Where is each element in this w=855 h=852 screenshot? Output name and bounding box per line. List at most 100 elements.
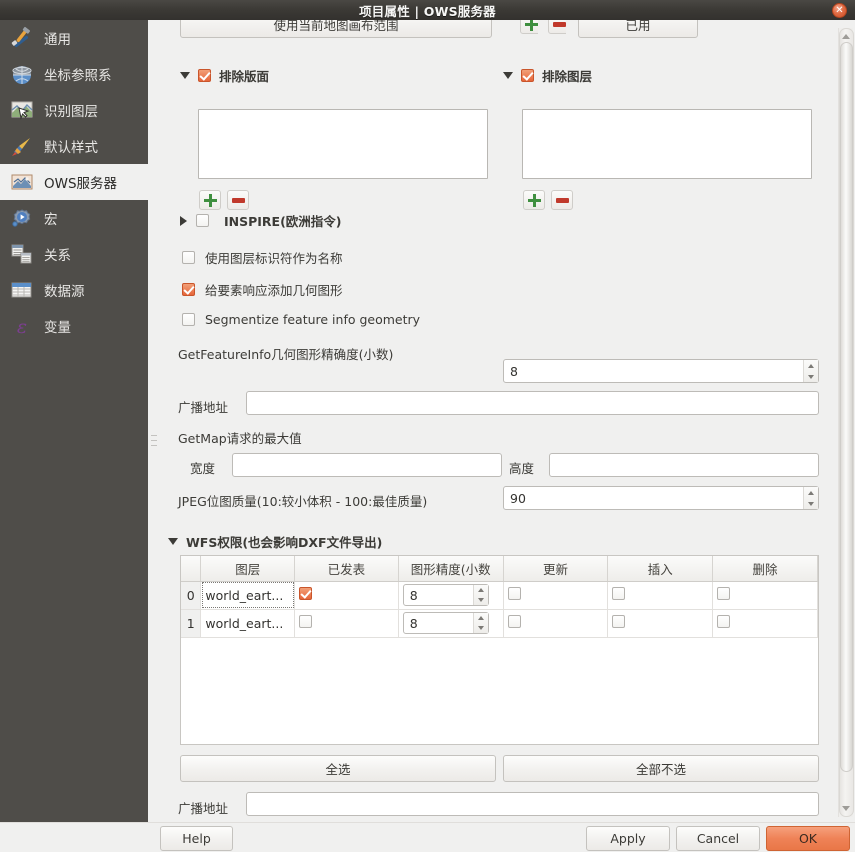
segmentize-geometry-checkbox[interactable] [182, 313, 195, 326]
help-button[interactable]: Help [160, 826, 233, 851]
jpeg-quality-spinbox[interactable] [503, 486, 819, 510]
extent-used-button[interactable]: 已用 [578, 20, 698, 38]
extent-add-button[interactable] [520, 20, 538, 38]
scroll-up-icon[interactable] [842, 34, 850, 39]
cell-insert[interactable] [607, 581, 714, 610]
spinner-buttons[interactable] [803, 487, 818, 509]
column-header-precision[interactable]: 图形精度(小数 [398, 556, 504, 582]
exclude-composers-remove-button[interactable] [227, 190, 249, 210]
update-checkbox[interactable] [507, 615, 521, 628]
sidebar-item-identify-layers[interactable]: 识别图层 [0, 92, 148, 128]
sidebar-item-macros[interactable]: 宏 [0, 200, 148, 236]
exclude-composers-add-button[interactable] [199, 190, 221, 210]
column-header-layer[interactable]: 图层 [200, 556, 296, 582]
add-geometry-row[interactable]: 给要素响应添加几何图形 [182, 280, 343, 299]
exclude-layers-add-button[interactable] [523, 190, 545, 210]
spinner-down-icon[interactable] [474, 623, 488, 633]
cell-precision[interactable] [398, 581, 504, 610]
use-canvas-extent-button[interactable]: 使用当前地图画布范围 [180, 20, 492, 38]
apply-button[interactable]: Apply [586, 826, 670, 851]
cell-published[interactable] [294, 609, 399, 638]
cancel-button[interactable]: Cancel [676, 826, 760, 851]
chevron-down-icon[interactable] [503, 72, 513, 79]
column-header-delete[interactable]: 删除 [712, 556, 818, 582]
extent-remove-button[interactable] [548, 20, 566, 38]
sidebar-item-relations[interactable]: 关系 [0, 236, 148, 272]
sidebar-item-general[interactable]: 通用 [0, 20, 148, 56]
getfeatureinfo-precision-spinbox[interactable] [503, 359, 819, 383]
sidebar-item-default-styles[interactable]: 默认样式 [0, 128, 148, 164]
cell-precision[interactable] [398, 609, 504, 638]
exclude-composers-list[interactable] [198, 109, 488, 179]
spinner-buttons[interactable] [472, 585, 488, 605]
sidebar-item-label: OWS服务器 [44, 176, 118, 192]
exclude-layers-checkbox[interactable] [521, 69, 534, 82]
insert-checkbox[interactable] [612, 587, 626, 600]
cell-layer-name[interactable]: world_eart... [200, 609, 296, 638]
sidebar-item-crs[interactable]: 坐标参照系 [0, 56, 148, 92]
spinner-down-icon[interactable] [474, 595, 488, 605]
chevron-down-icon[interactable] [180, 72, 190, 79]
wfs-table[interactable]: 图层 已发表 图形精度(小数 更新 插入 删除 0 world_eart... [180, 555, 819, 745]
published-checkbox[interactable] [299, 587, 313, 600]
getfeatureinfo-precision-input[interactable] [503, 359, 819, 383]
segmentize-geometry-row[interactable]: Segmentize feature info geometry [182, 312, 420, 327]
advertised-url-bottom-input[interactable] [246, 792, 819, 816]
spinner-down-icon[interactable] [804, 371, 818, 382]
cell-layer-name[interactable]: world_eart... [200, 581, 296, 610]
deselect-all-button[interactable]: 全部不选 [503, 755, 819, 782]
cell-published[interactable] [294, 581, 399, 610]
column-header-rownum[interactable] [181, 556, 202, 582]
spinner-up-icon[interactable] [804, 487, 818, 498]
spinner-buttons[interactable] [803, 360, 818, 382]
exclude-layers-remove-button[interactable] [551, 190, 573, 210]
inspire-checkbox[interactable] [196, 214, 209, 227]
getmap-width-input[interactable] [232, 453, 502, 477]
exclude-composers-checkbox[interactable] [198, 69, 211, 82]
use-layer-ids-checkbox[interactable] [182, 251, 195, 264]
published-checkbox[interactable] [299, 615, 313, 628]
column-header-update[interactable]: 更新 [503, 556, 609, 582]
delete-checkbox[interactable] [717, 615, 731, 628]
add-geometry-checkbox[interactable] [182, 283, 195, 296]
sidebar-splitter[interactable] [148, 20, 160, 822]
spinner-up-icon[interactable] [804, 360, 818, 371]
cell-delete[interactable] [712, 609, 818, 638]
cell-insert[interactable] [607, 609, 714, 638]
scroll-down-icon[interactable] [842, 806, 850, 811]
spinner-up-icon[interactable] [474, 585, 488, 595]
jpeg-quality-input[interactable] [503, 486, 819, 510]
insert-checkbox[interactable] [612, 615, 626, 628]
chevron-right-icon[interactable] [180, 215, 187, 226]
exclude-layers-header[interactable]: 排除图层 [503, 66, 592, 85]
column-header-published[interactable]: 已发表 [294, 556, 399, 582]
chevron-down-icon[interactable] [168, 538, 178, 545]
wfs-capabilities-header[interactable]: WFS权限(也会影响DXF文件导出) [168, 532, 382, 551]
cell-update[interactable] [503, 609, 609, 638]
scrollbar-thumb[interactable] [840, 42, 853, 772]
sidebar-item-variables[interactable]: ε 变量 [0, 308, 148, 344]
sidebar-item-data-sources[interactable]: 数据源 [0, 272, 148, 308]
table-row[interactable]: 1 world_eart... [181, 609, 818, 638]
select-all-button[interactable]: 全选 [180, 755, 496, 782]
spinner-up-icon[interactable] [474, 613, 488, 623]
column-header-insert[interactable]: 插入 [607, 556, 714, 582]
vertical-scrollbar[interactable] [838, 28, 854, 817]
inspire-header[interactable]: INSPIRE(欧洲指令) [180, 211, 342, 230]
close-icon[interactable]: ✕ [832, 3, 847, 18]
exclude-layers-list[interactable] [522, 109, 812, 179]
cell-delete[interactable] [712, 581, 818, 610]
exclude-composers-header[interactable]: 排除版面 [180, 66, 269, 85]
getfeatureinfo-precision-label: GetFeatureInfo几何图形精确度(小数) [178, 347, 394, 362]
table-row[interactable]: 0 world_eart... [181, 581, 818, 610]
getmap-height-input[interactable] [549, 453, 819, 477]
spinner-buttons[interactable] [472, 613, 488, 633]
use-layer-ids-row[interactable]: 使用图层标识符作为名称 [182, 248, 343, 267]
advertised-url-top-input[interactable] [246, 391, 819, 415]
update-checkbox[interactable] [507, 587, 521, 600]
cell-update[interactable] [503, 581, 609, 610]
delete-checkbox[interactable] [717, 587, 731, 600]
sidebar-item-ows-server[interactable]: OWS服务器 [0, 164, 148, 200]
ok-button[interactable]: OK [766, 826, 850, 851]
spinner-down-icon[interactable] [804, 498, 818, 509]
